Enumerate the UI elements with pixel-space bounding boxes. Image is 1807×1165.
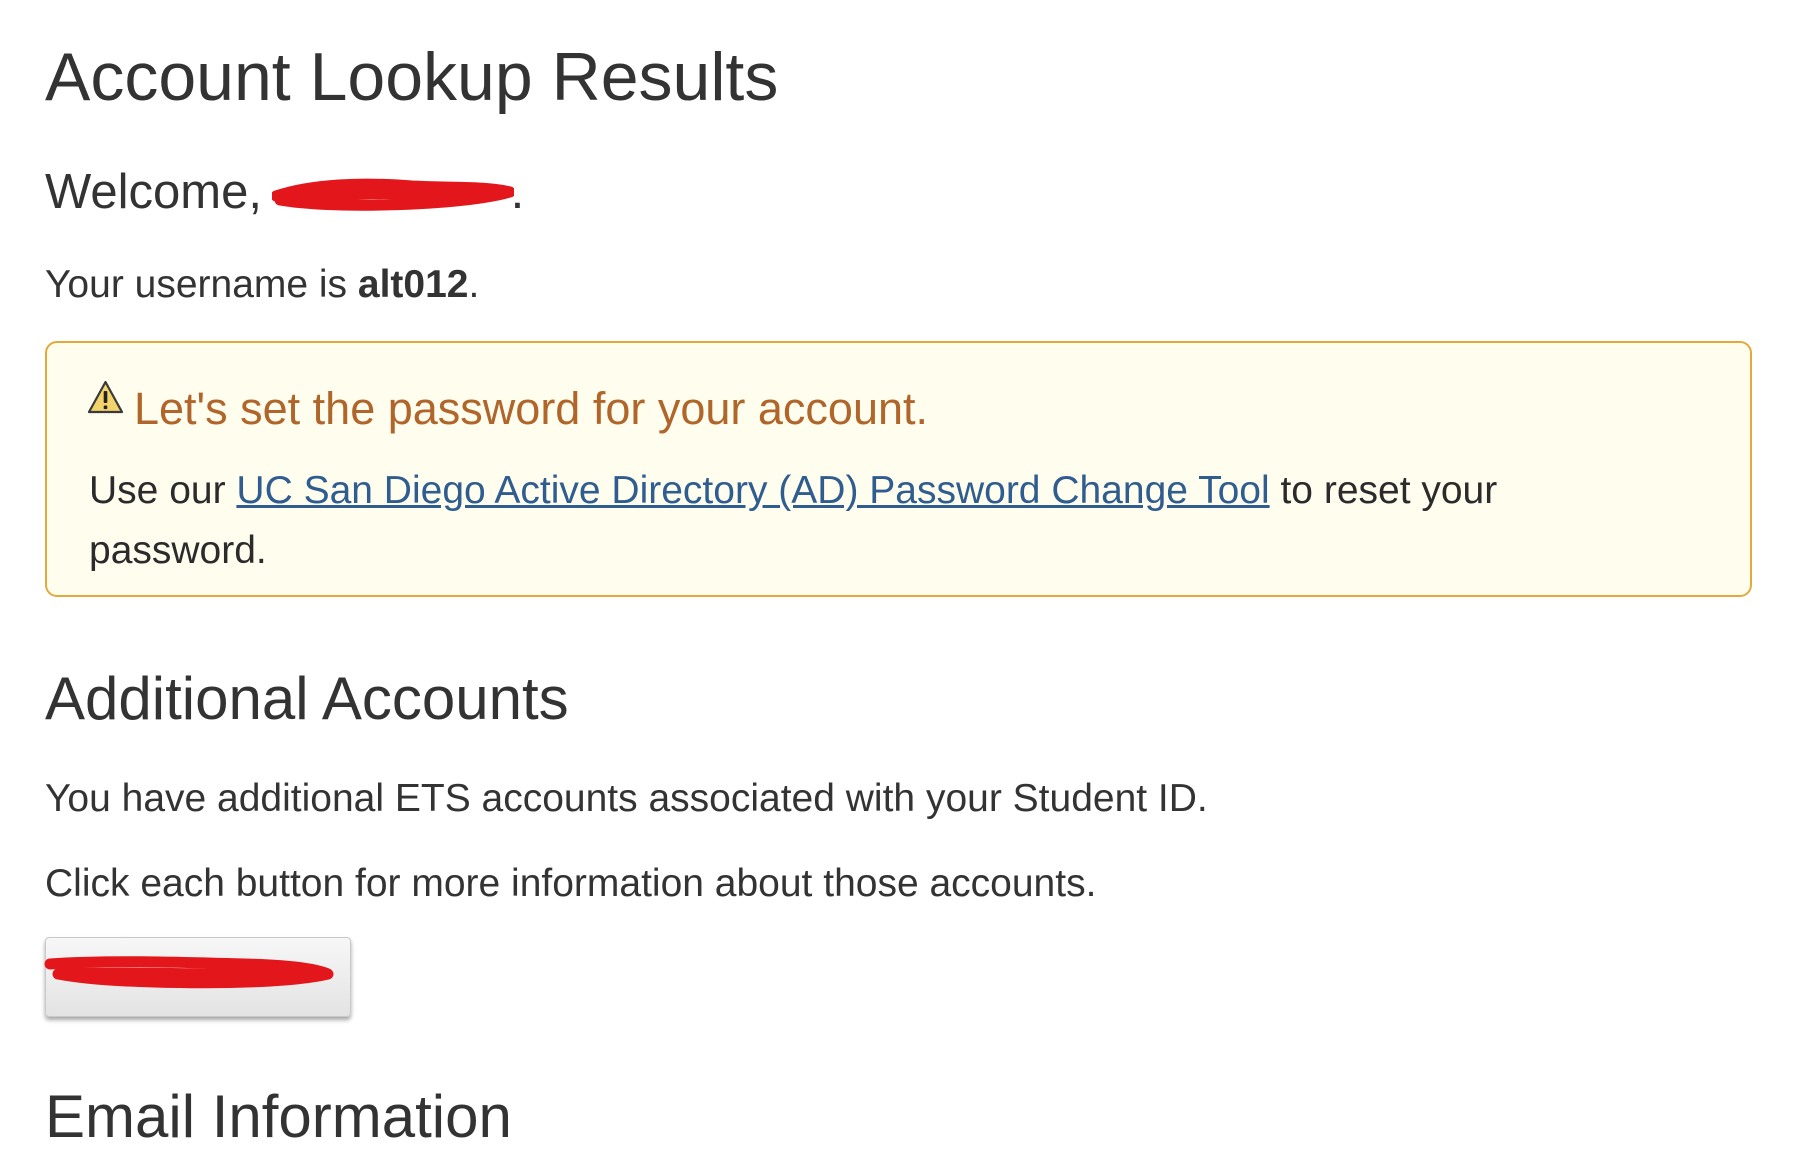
warning-triangle-icon [87, 373, 124, 414]
redaction-scribble [271, 178, 514, 211]
username-prefix: Your username is [45, 263, 348, 306]
page-title: Account Lookup Results [45, 39, 779, 115]
username-line: Your username is alt012. [45, 263, 479, 307]
username-value: alt012 [357, 263, 469, 306]
alert-heading-text: Let's set the password for your account. [134, 383, 929, 434]
alert-body-prefix: Use our [89, 469, 226, 512]
additional-accounts-title: Additional Accounts [45, 665, 569, 732]
alert-body: Use our UC San Diego Active Directory (A… [89, 461, 1589, 581]
redacted-name [271, 172, 514, 212]
username-suffix: . [468, 263, 480, 306]
redaction-scribble [44, 956, 334, 989]
additional-accounts-instruction: Click each button for more information a… [45, 862, 1097, 905]
password-alert: Let's set the password for your account.… [45, 341, 1752, 597]
welcome-message: Welcome, . [45, 164, 524, 220]
additional-account-button[interactable] [44, 937, 351, 1017]
additional-accounts-description: You have additional ETS accounts associa… [45, 777, 1208, 820]
password-change-tool-link[interactable]: UC San Diego Active Directory (AD) Passw… [236, 469, 1269, 512]
email-information-title: Email Information [45, 1083, 512, 1150]
welcome-prefix: Welcome, [45, 165, 262, 219]
alert-heading: Let's set the password for your account. [87, 373, 928, 435]
